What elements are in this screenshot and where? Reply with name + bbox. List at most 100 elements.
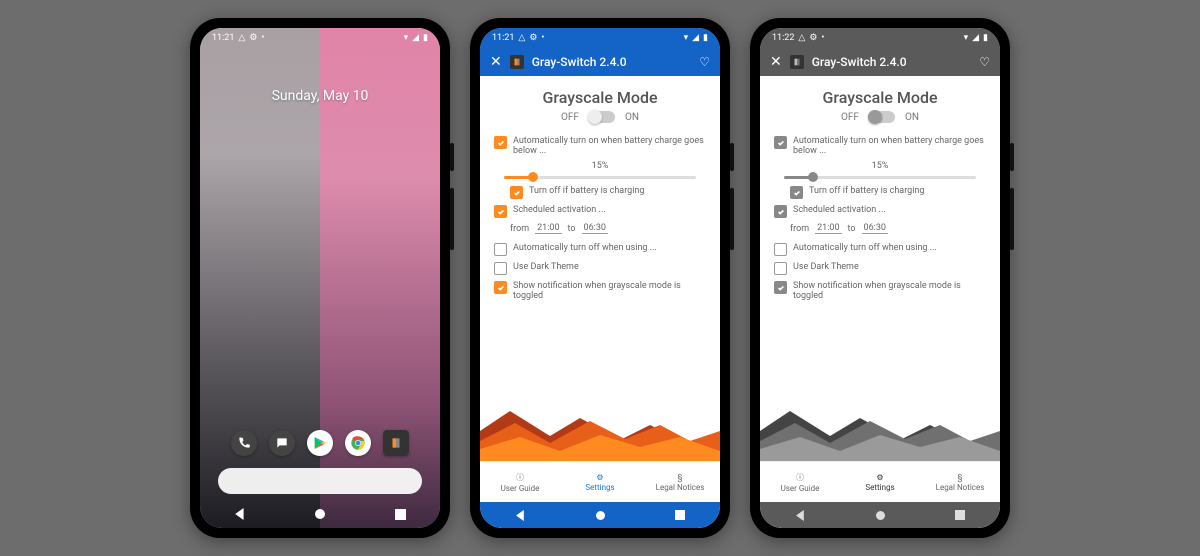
status-time: 11:22 (772, 33, 794, 43)
opt-notification[interactable]: Show notification when grayscale mode is… (760, 278, 1000, 304)
checkbox-icon[interactable] (494, 205, 507, 218)
gear-icon: ⚙ (809, 33, 817, 43)
nav-settings[interactable]: ⚙ Settings (560, 462, 640, 502)
nav-recent[interactable] (674, 509, 686, 521)
gear-icon: ⚙ (876, 473, 883, 482)
time-to[interactable]: 06:30 (862, 223, 888, 234)
checkbox-icon[interactable] (510, 186, 523, 199)
close-icon[interactable]: ✕ (490, 54, 502, 70)
app-bar: ✕ Gray-Switch 2.4.0 ♡ (760, 48, 1000, 76)
home-date: Sunday, May 10 (200, 88, 440, 104)
nav-user-guide[interactable]: ⓘ User Guide (480, 462, 560, 502)
app-play-store[interactable] (307, 430, 333, 456)
nav-user-guide[interactable]: ⓘ User Guide (760, 462, 840, 502)
to-label: to (848, 224, 856, 234)
power-button (1010, 143, 1014, 171)
app-gray-switch[interactable] (383, 430, 409, 456)
power-button (730, 143, 734, 171)
nav-legal-label: Legal Notices (936, 483, 985, 492)
status-time: 11:21 (212, 33, 234, 43)
nav-home[interactable] (314, 508, 326, 520)
info-icon: ⓘ (516, 472, 524, 483)
checkbox-icon[interactable] (774, 205, 787, 218)
opt-battery[interactable]: Automatically turn on when battery charg… (760, 133, 1000, 159)
battery-pct: 15% (592, 161, 609, 171)
nav-legal[interactable]: § Legal Notices (920, 462, 1000, 502)
wifi-icon: ▾ (684, 33, 689, 43)
decorative-mountains (480, 304, 720, 461)
opt-notification[interactable]: Show notification when grayscale mode is… (480, 278, 720, 304)
heart-icon[interactable]: ♡ (979, 55, 990, 69)
page-heading: Grayscale Mode (760, 88, 1000, 107)
nav-recent[interactable] (954, 509, 966, 521)
nav-back[interactable] (234, 508, 246, 520)
time-from[interactable]: 21:00 (815, 223, 841, 234)
master-toggle-row: OFF ON (760, 111, 1000, 123)
master-switch[interactable] (589, 111, 615, 123)
system-nav (200, 500, 440, 528)
app-phone[interactable] (231, 430, 257, 456)
nav-back[interactable] (794, 509, 806, 521)
nav-back[interactable] (514, 509, 526, 521)
checkbox-icon[interactable] (494, 281, 507, 294)
checkbox-icon[interactable] (790, 186, 803, 199)
battery-slider[interactable] (784, 176, 976, 179)
battery-icon: ▮ (703, 33, 708, 43)
opt-autooff-label: Automatically turn off when using ... (793, 243, 937, 253)
nav-guide-label: User Guide (781, 484, 820, 493)
opt-darktheme[interactable]: Use Dark Theme (760, 259, 1000, 278)
app-messages[interactable] (269, 430, 295, 456)
opt-schedule[interactable]: Scheduled activation ... (760, 202, 1000, 221)
app-logo-icon (510, 55, 524, 69)
master-switch[interactable] (869, 111, 895, 123)
opt-autooff[interactable]: Automatically turn off when using ... (480, 240, 720, 259)
checkbox-icon[interactable] (494, 243, 507, 256)
section-icon: § (958, 473, 963, 482)
nav-legal[interactable]: § Legal Notices (640, 462, 720, 502)
opt-battery[interactable]: Automatically turn on when battery charg… (480, 133, 720, 159)
app-dock (200, 430, 440, 456)
search-bar[interactable] (218, 468, 422, 494)
wifi-icon: ▾ (964, 33, 969, 43)
heart-icon[interactable]: ♡ (699, 55, 710, 69)
opt-autooff[interactable]: Automatically turn off when using ... (760, 240, 1000, 259)
nav-recent[interactable] (394, 508, 406, 520)
checkbox-icon[interactable] (774, 262, 787, 275)
app-chrome[interactable] (345, 430, 371, 456)
nav-settings[interactable]: ⚙ Settings (840, 462, 920, 502)
checkbox-icon[interactable] (494, 136, 507, 149)
nav-home[interactable] (594, 509, 606, 521)
close-icon[interactable]: ✕ (770, 54, 782, 70)
from-label: from (790, 224, 809, 234)
dot-icon: • (261, 33, 264, 43)
opt-darktheme-label: Use Dark Theme (513, 262, 579, 272)
battery-slider[interactable] (504, 176, 696, 179)
opt-charging[interactable]: Turn off if battery is charging (760, 183, 1000, 202)
settings-content: Grayscale Mode OFF ON Automatically turn… (760, 76, 1000, 528)
nav-legal-label: Legal Notices (656, 483, 705, 492)
wifi-icon: ▾ (404, 33, 409, 43)
opt-charging[interactable]: Turn off if battery is charging (480, 183, 720, 202)
time-to[interactable]: 06:30 (582, 223, 608, 234)
checkbox-icon[interactable] (774, 281, 787, 294)
opt-battery-label: Automatically turn on when battery charg… (513, 136, 706, 156)
nav-guide-label: User Guide (501, 484, 540, 493)
screenshot-gallery: 11:21 △ ⚙ • ▾ ◢ ▮ Sunday, May 10 (0, 0, 1200, 556)
bottom-nav: ⓘ User Guide ⚙ Settings § Legal Notices (480, 461, 720, 502)
decorative-mountains (760, 304, 1000, 461)
warning-icon: △ (518, 33, 525, 43)
nav-home[interactable] (874, 509, 886, 521)
checkbox-icon[interactable] (774, 136, 787, 149)
from-label: from (510, 224, 529, 234)
status-bar: 11:21 △ ⚙ • ▾◢▮ (480, 28, 720, 48)
opt-darktheme[interactable]: Use Dark Theme (480, 259, 720, 278)
opt-schedule[interactable]: Scheduled activation ... (480, 202, 720, 221)
opt-battery-label: Automatically turn on when battery charg… (793, 136, 986, 156)
master-toggle-row: OFF ON (480, 111, 720, 123)
opt-charging-label: Turn off if battery is charging (809, 186, 924, 196)
checkbox-icon[interactable] (494, 262, 507, 275)
phone-app-grayscale: 11:22 △ ⚙ • ▾◢▮ ✕ Gray-Switch 2.4.0 ♡ Gr… (750, 18, 1010, 538)
opt-charging-label: Turn off if battery is charging (529, 186, 644, 196)
checkbox-icon[interactable] (774, 243, 787, 256)
time-from[interactable]: 21:00 (535, 223, 561, 234)
